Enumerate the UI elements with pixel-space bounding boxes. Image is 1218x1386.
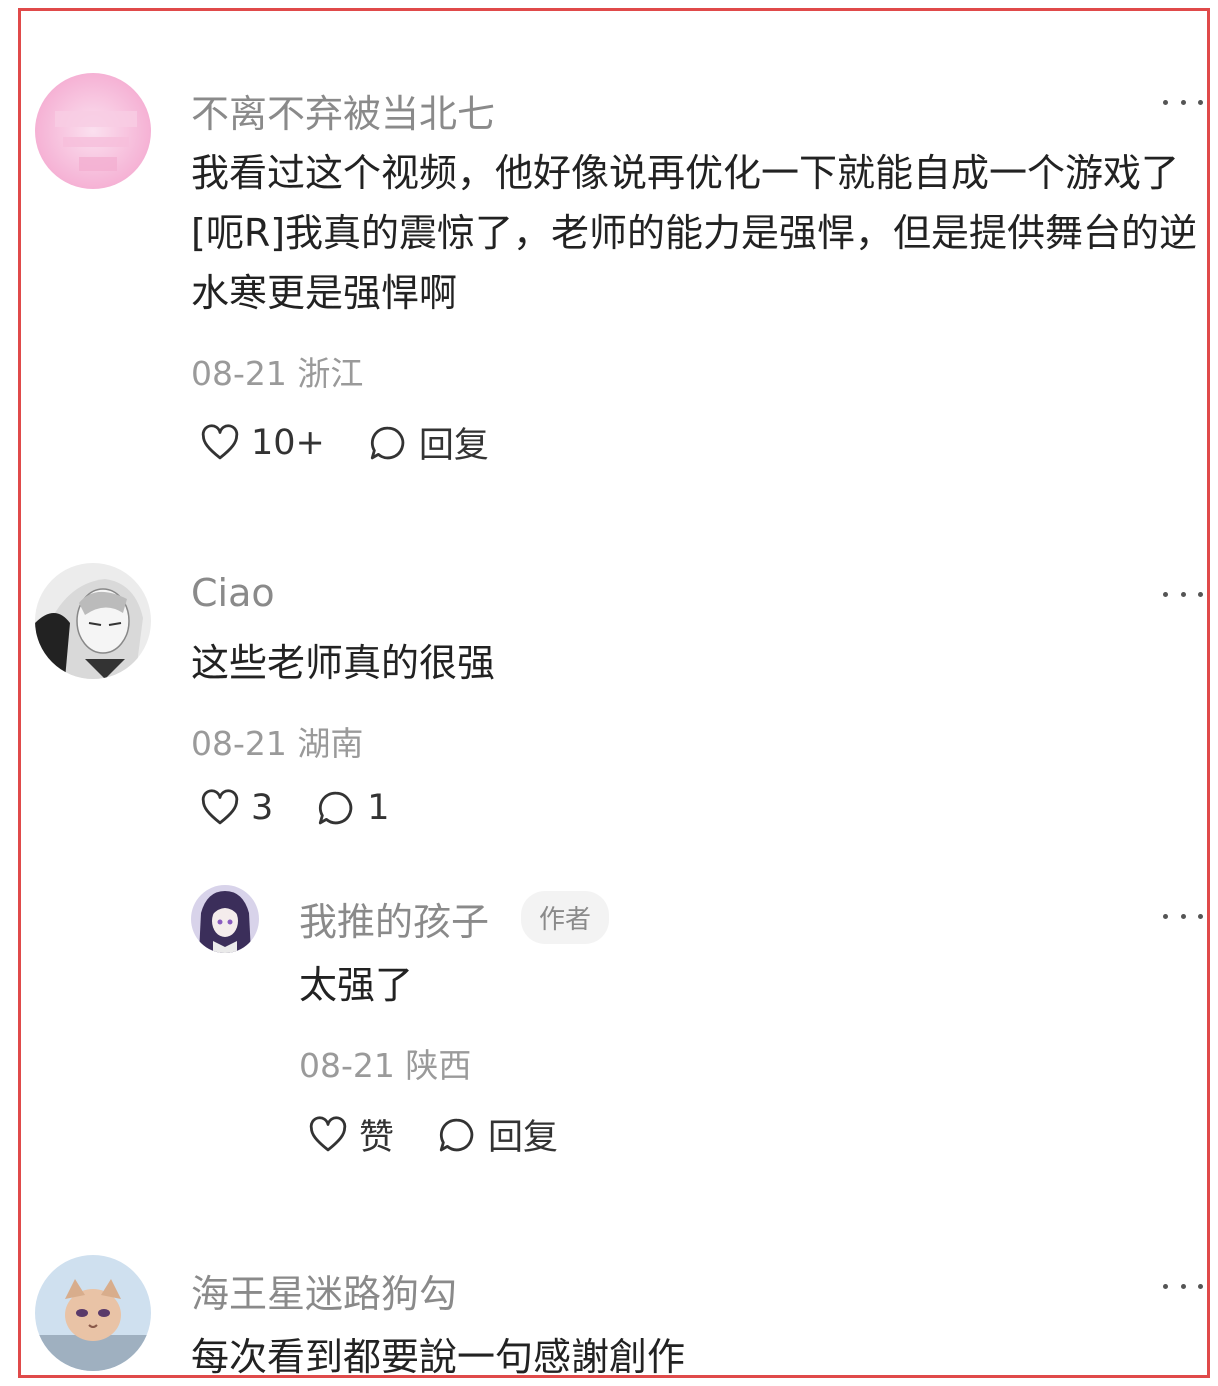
comment-location: 浙江: [297, 354, 364, 393]
comment-bubble-icon: [439, 1118, 474, 1151]
heart-icon: [201, 423, 239, 459]
comment-text: 这些老师真的很强: [191, 641, 496, 685]
more-dots-icon[interactable]: [1163, 1281, 1203, 1291]
reply-label: 回复: [418, 426, 489, 466]
reply-location: 陕西: [405, 1046, 472, 1085]
avatar[interactable]: [35, 563, 151, 679]
like-count: 10+: [251, 422, 325, 463]
username[interactable]: 海王星迷路狗勾: [191, 1263, 457, 1318]
heart-icon: [309, 1115, 347, 1151]
reply-button[interactable]: 1: [315, 787, 390, 829]
reply-count: 1: [367, 788, 390, 828]
more-dots-icon[interactable]: [1163, 589, 1203, 599]
comment-text: 我看过这个视频，他好像说再优化一下就能自成一个游戏了[呃R]我真的震惊了，老师的…: [191, 151, 1198, 315]
like-count: 3: [251, 788, 274, 828]
like-label: 赞: [359, 1118, 395, 1158]
comment-list: 不离不弃被当北七 我看过这个视频，他好像说再优化一下就能自成一个游戏了[呃R]我…: [18, 8, 1210, 1378]
comment-location: 湖南: [297, 724, 364, 763]
like-button[interactable]: 赞: [307, 1109, 394, 1160]
avatar[interactable]: [191, 885, 259, 953]
comment-bubble-icon: [370, 426, 405, 459]
reply-date: 08-21: [299, 1046, 395, 1085]
reply-label: 回复: [488, 1118, 559, 1158]
comment-meta: 08-21 浙江: [191, 347, 363, 395]
username[interactable]: Ciao: [191, 571, 275, 615]
comment-meta: 08-21 湖南: [191, 717, 363, 765]
comment-date: 08-21: [191, 724, 287, 763]
comment-date: 08-21: [191, 354, 287, 393]
heart-icon: [201, 789, 239, 825]
reply-button[interactable]: 回复: [367, 417, 489, 468]
comment-actions: 3 1: [199, 787, 432, 829]
reply-meta: 08-21 陕西: [299, 1039, 471, 1087]
like-button[interactable]: 3: [199, 787, 273, 829]
more-dots-icon[interactable]: [1163, 911, 1203, 921]
comment-actions: 10+ 回复: [199, 417, 531, 468]
avatar[interactable]: [35, 73, 151, 189]
reply-button[interactable]: 回复: [436, 1109, 558, 1160]
username[interactable]: 不离不弃被当北七: [191, 83, 495, 138]
reply-actions: 赞 回复: [307, 1109, 600, 1160]
comment-text: 每次看到都要說一句感謝創作: [191, 1335, 686, 1378]
username[interactable]: 我推的孩子: [299, 891, 489, 946]
like-button[interactable]: 10+: [199, 422, 325, 464]
author-badge: 作者: [521, 891, 610, 944]
reply-text: 太强了: [299, 963, 414, 1007]
comment-bubble-icon: [319, 791, 353, 825]
more-dots-icon[interactable]: [1163, 97, 1203, 107]
avatar[interactable]: [35, 1255, 151, 1371]
